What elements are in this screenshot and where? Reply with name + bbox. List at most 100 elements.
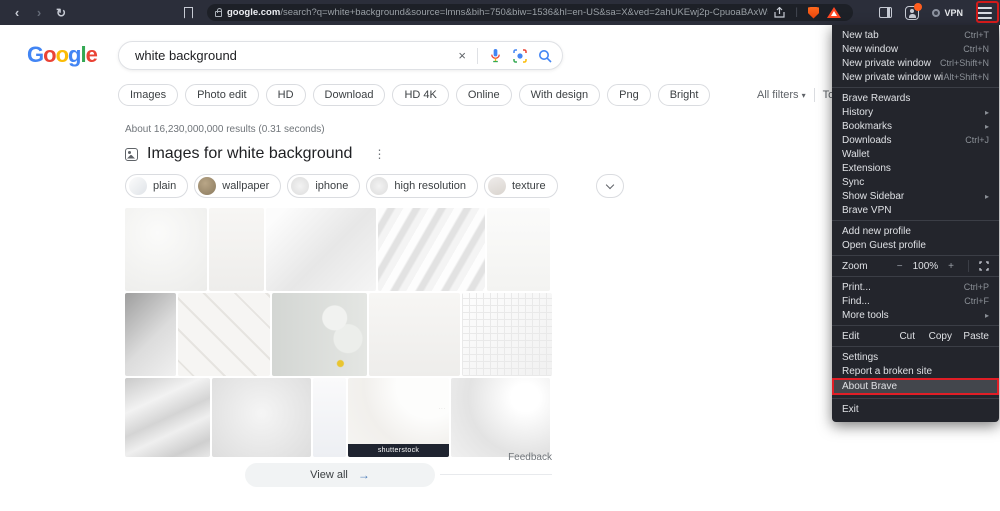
image-result-tile[interactable]: · · ·shutterstock [348,378,449,457]
clear-search-icon[interactable]: × [458,48,466,63]
brave-rewards-icon[interactable] [827,7,841,18]
image-result-tile[interactable] [378,208,485,291]
search-input[interactable] [135,48,447,63]
chip-with-design[interactable]: With design [519,84,600,106]
menu-item-find[interactable]: Find...Ctrl+F [832,294,999,308]
google-lens-icon[interactable] [513,49,527,63]
fullscreen-icon[interactable] [979,261,989,271]
submenu-arrow-icon: ▸ [985,311,989,320]
view-all-label: View all [310,469,348,481]
image-result-tile[interactable] [313,378,346,457]
menu-item-bookmarks[interactable]: Bookmarks▸ [832,119,999,133]
menu-item-add-new-profile[interactable]: Add new profile [832,224,999,238]
all-filters-button[interactable]: All filters ▾ [757,89,806,101]
search-submit-icon[interactable] [538,49,552,63]
google-logo[interactable]: Google [27,42,97,68]
menu-item-brave-vpn[interactable]: Brave VPN [832,203,999,217]
bookmark-flag-icon[interactable] [184,7,193,19]
image-result-tile[interactable] [369,293,460,376]
lock-icon [215,11,222,17]
menu-item-history[interactable]: History▸ [832,105,999,119]
voice-search-icon[interactable] [489,48,502,63]
menu-item-downloads[interactable]: DownloadsCtrl+J [832,133,999,147]
url-text[interactable]: google.com/search?q=white+background&sou… [227,7,768,18]
vpn-label: VPN [944,8,963,18]
related-chip-wallpaper[interactable]: wallpaper [194,174,281,198]
back-icon[interactable]: ‹ [6,5,28,20]
related-chip-iphone[interactable]: iphone [287,174,360,198]
menu-item-exit[interactable]: Exit [832,402,999,416]
feedback-link[interactable]: Feedback [472,452,552,463]
menu-item-print[interactable]: Print...Ctrl+P [832,280,999,294]
image-result-tile[interactable] [125,378,210,457]
menu-item-settings[interactable]: Settings [832,350,999,364]
menu-item-new-private-window-with-tor[interactable]: New private window with TorAlt+Shift+N [832,70,999,84]
menu-item-paste[interactable]: Paste [952,331,989,342]
menu-item-new-tab[interactable]: New tabCtrl+T [832,28,999,42]
menu-item-sync[interactable]: Sync [832,175,999,189]
url-bar[interactable]: google.com/search?q=white+background&sou… [207,4,853,21]
menu-item-label: Downloads [842,135,965,146]
related-chip-plain[interactable]: plain [125,174,188,198]
share-icon[interactable] [774,7,785,18]
menu-item-extensions[interactable]: Extensions [832,161,999,175]
reload-icon[interactable]: ↻ [50,6,72,20]
menu-item-brave-rewards[interactable]: Brave Rewards [832,91,999,105]
menu-item-new-private-window[interactable]: New private windowCtrl+Shift+N [832,56,999,70]
menu-item-show-sidebar[interactable]: Show Sidebar▸ [832,189,999,203]
menu-item-label: Show Sidebar [842,191,985,202]
expand-related-button[interactable] [596,174,624,198]
image-result-tile[interactable] [178,293,270,376]
forward-icon[interactable]: › [28,5,50,20]
menu-section: Zoom−100%+ [832,256,999,277]
chip-download[interactable]: Download [313,84,386,106]
menu-item-copy[interactable]: Copy [915,331,952,342]
chip-online[interactable]: Online [456,84,512,106]
search-box[interactable]: × [118,41,563,70]
image-result-tile[interactable] [209,208,264,291]
image-result-tile[interactable] [125,293,176,376]
google-logo-letter: o [56,42,68,67]
zoom-out-button[interactable]: − [897,261,903,272]
filter-chips-row: Images Photo edit HD Download HD 4K Online Wit… [118,84,710,106]
menu-item-label: New private window with Tor [842,72,943,83]
image-result-tile[interactable] [451,378,550,457]
menu-hamburger-icon[interactable] [976,7,992,19]
images-section-title[interactable]: Images for white background [147,145,352,163]
zoom-in-button[interactable]: + [948,261,954,272]
image-result-tile[interactable] [266,208,376,291]
view-all-button[interactable]: View all → [245,463,435,487]
brave-shield-icon[interactable] [808,7,819,19]
menu-item-more-tools[interactable]: More tools▸ [832,308,999,322]
menu-item-about-brave[interactable]: About Brave [832,378,999,395]
chip-hd[interactable]: HD [266,84,306,106]
menu-item-zoom[interactable]: Zoom−100%+ [832,259,999,273]
chip-images[interactable]: Images [118,84,178,106]
menu-item-edit[interactable]: EditCutCopyPaste [832,329,999,343]
chip-bright[interactable]: Bright [658,84,711,106]
profile-icon[interactable] [905,6,919,20]
menu-section: SettingsReport a broken siteAbout Brave [832,347,999,399]
image-result-tile[interactable] [487,208,550,291]
menu-item-report-a-broken-site[interactable]: Report a broken site [832,364,999,378]
chip-photo-edit[interactable]: Photo edit [185,84,259,106]
menu-section: Add new profileOpen Guest profile [832,221,999,256]
sidebar-icon[interactable] [879,7,892,18]
menu-item-wallet[interactable]: Wallet [832,147,999,161]
menu-item-open-guest-profile[interactable]: Open Guest profile [832,238,999,252]
image-result-tile[interactable] [272,293,367,376]
menu-item-new-window[interactable]: New windowCtrl+N [832,42,999,56]
kebab-menu-icon[interactable]: ⋮ [373,147,385,161]
chip-png[interactable]: Png [607,84,651,106]
related-chip-high-resolution[interactable]: high resolution [366,174,478,198]
related-chip-texture[interactable]: texture [484,174,558,198]
chip-hd-4k[interactable]: HD 4K [392,84,448,106]
image-result-tile[interactable] [462,293,552,376]
google-logo-letter: e [86,42,97,67]
menu-section: Print...Ctrl+PFind...Ctrl+FMore tools▸ [832,277,999,326]
menu-item-cut[interactable]: Cut [878,331,915,342]
vpn-button[interactable]: VPN [932,8,963,18]
image-result-tile[interactable] [212,378,311,457]
image-result-tile[interactable] [125,208,207,291]
zoom-divider [968,260,969,272]
